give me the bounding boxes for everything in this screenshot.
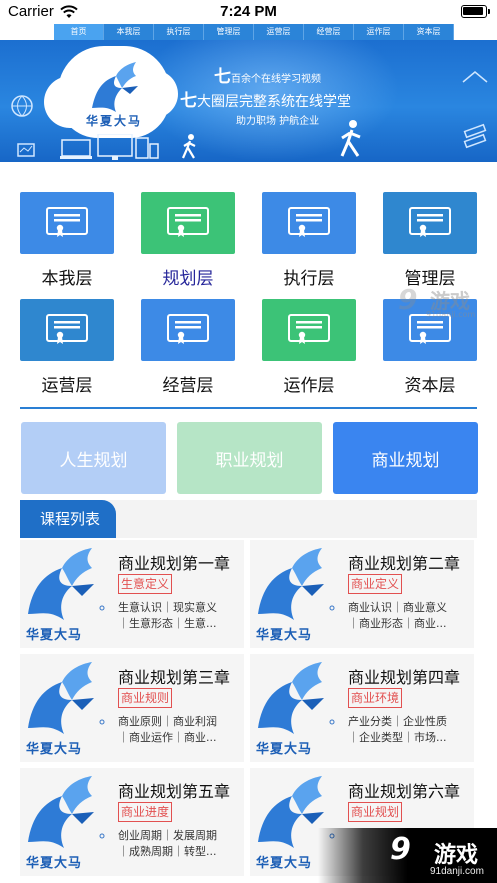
category-label: 本我层 bbox=[41, 269, 93, 289]
course-desc-line-2: ｜商业形态｜商业... bbox=[348, 617, 447, 630]
top-nav-tab[interactable]: 本我层 bbox=[104, 24, 154, 40]
course-badge: 生意定义 bbox=[118, 574, 173, 594]
certificate-icon bbox=[262, 192, 356, 254]
course-desc: 商业认识｜商业意义 ｜商业形态｜商业... bbox=[348, 600, 472, 632]
course-desc-line-2: ｜成熟周期｜转型... bbox=[118, 845, 217, 858]
course-title: 商业规划第五章 bbox=[118, 782, 231, 801]
course-desc-line-1: 商业认识｜商业意义 bbox=[348, 601, 447, 614]
course-thumb-logo-text: 华夏大马 bbox=[26, 742, 83, 757]
category-label: 运营层 bbox=[41, 376, 93, 396]
course-card[interactable]: 华夏大马 商业规划第二章 商业定义商业认识｜商业意义 ｜商业形态｜商业... bbox=[250, 540, 474, 648]
course-thumbnail: 华夏大马 bbox=[22, 658, 114, 758]
top-nav: 首页 本我层 执行层 管理层 运营层 经营层 运作层 资本层 bbox=[0, 24, 497, 40]
category-item[interactable]: 管理层 bbox=[383, 192, 479, 289]
category-label: 经营层 bbox=[162, 376, 214, 396]
course-thumbnail: 华夏大马 bbox=[252, 544, 344, 644]
certificate-icon bbox=[383, 192, 477, 254]
course-thumb-logo-text: 华夏大马 bbox=[256, 628, 313, 643]
runner-figure-icon bbox=[180, 134, 200, 162]
top-nav-tab[interactable]: 经营层 bbox=[304, 24, 354, 40]
category-item[interactable]: 规划层 bbox=[141, 192, 237, 289]
category-item[interactable]: 经营层 bbox=[141, 299, 237, 396]
status-bar: Carrier 7:24 PM bbox=[0, 0, 497, 24]
certificate-icon bbox=[20, 192, 114, 254]
banner-line-1: 七百余个在线学习视频 bbox=[214, 67, 321, 87]
plan-tab[interactable]: 人生规划 bbox=[21, 422, 166, 494]
course-desc: 创业周期｜发展周期 ｜成熟周期｜转型... bbox=[118, 828, 242, 860]
brand-logo-text: 华夏大马 bbox=[86, 114, 143, 128]
course-desc-line-1: 商业原则｜商业利润 bbox=[118, 715, 217, 728]
category-label: 规划层 bbox=[162, 269, 214, 289]
top-nav-tab[interactable]: 管理层 bbox=[204, 24, 254, 40]
watermark-mid: 9 游戏 91danji.com bbox=[398, 283, 476, 319]
certificate-icon bbox=[20, 299, 114, 361]
course-desc-line-2: ｜生意形态｜生意... bbox=[118, 617, 217, 630]
course-thumb-logo-text: 华夏大马 bbox=[256, 742, 313, 757]
course-badge: 商业规划 bbox=[348, 802, 403, 822]
plan-tab[interactable]: 商业规划 bbox=[333, 422, 478, 494]
course-badge: 商业进度 bbox=[118, 802, 173, 822]
course-card[interactable]: 华夏大马 商业规划第五章 商业进度创业周期｜发展周期 ｜成熟周期｜转型... bbox=[20, 768, 244, 876]
certificate-icon bbox=[262, 299, 356, 361]
banner-line-3: 助力职场 护航企业 bbox=[236, 116, 320, 127]
course-thumb-logo-text: 华夏大马 bbox=[26, 856, 83, 871]
watermark-bottom: 9 游戏 91danji.com bbox=[318, 828, 497, 883]
category-label: 执行层 bbox=[283, 269, 335, 289]
category-label: 资本层 bbox=[404, 376, 456, 396]
plan-tab[interactable]: 职业规划 bbox=[177, 422, 322, 494]
globe-icon bbox=[4, 88, 44, 162]
devices-illustration bbox=[60, 133, 160, 162]
certificate-icon bbox=[141, 192, 235, 254]
course-title: 商业规划第一章 bbox=[118, 554, 231, 573]
course-desc: 生意认识｜现实意义 ｜生意形态｜生意... bbox=[118, 600, 242, 632]
category-item[interactable]: 运作层 bbox=[262, 299, 358, 396]
course-card[interactable]: 华夏大马 商业规划第四章 商业环境产业分类｜企业性质 ｜企业类型｜市场... bbox=[250, 654, 474, 762]
course-title: 商业规划第六章 bbox=[348, 782, 461, 801]
battery-icon bbox=[461, 5, 490, 18]
category-item[interactable]: 本我层 bbox=[20, 192, 116, 289]
course-title: 商业规划第四章 bbox=[348, 668, 461, 687]
runner-figure-icon bbox=[336, 120, 366, 162]
category-item[interactable]: 执行层 bbox=[262, 192, 358, 289]
clock: 7:24 PM bbox=[220, 3, 277, 20]
course-desc-line-1: 产业分类｜企业性质 bbox=[348, 715, 447, 728]
course-desc-line-2: ｜商业运作｜商业... bbox=[118, 731, 217, 744]
course-desc-line-2: ｜企业类型｜市场... bbox=[348, 731, 447, 744]
top-nav-tab[interactable]: 首页 bbox=[54, 24, 104, 40]
top-nav-tab[interactable]: 执行层 bbox=[154, 24, 204, 40]
course-title: 商业规划第三章 bbox=[118, 668, 231, 687]
books-icon bbox=[459, 64, 491, 158]
course-list-title: 课程列表 bbox=[20, 500, 116, 538]
category-label: 运作层 bbox=[283, 376, 335, 396]
course-desc-line-1: 创业周期｜发展周期 bbox=[118, 829, 217, 842]
banner-line-2: 七大圈层完整系统在线学堂 bbox=[180, 91, 351, 111]
course-card[interactable]: 华夏大马 商业规划第三章 商业规则商业原则｜商业利润 ｜商业运作｜商业... bbox=[20, 654, 244, 762]
category-item[interactable]: 运营层 bbox=[20, 299, 116, 396]
course-desc: 产业分类｜企业性质 ｜企业类型｜市场... bbox=[348, 714, 472, 746]
course-thumb-logo-text: 华夏大马 bbox=[256, 856, 313, 871]
course-badge: 商业规则 bbox=[118, 688, 173, 708]
course-thumbnail: 华夏大马 bbox=[22, 772, 114, 872]
hero-banner[interactable]: 华夏大马 七百余个在线学习视频 七大圈层完整系统在线学堂 助力职场 护航企业 bbox=[0, 40, 497, 162]
brand-logo-icon bbox=[82, 58, 146, 118]
course-badge: 商业定义 bbox=[348, 574, 403, 594]
course-thumbnail: 华夏大马 bbox=[22, 544, 114, 644]
top-nav-tab[interactable]: 运营层 bbox=[254, 24, 304, 40]
section-divider bbox=[20, 407, 477, 409]
course-thumb-logo-text: 华夏大马 bbox=[26, 628, 83, 643]
course-list-header: 课程列表 bbox=[20, 500, 477, 538]
top-nav-tab[interactable]: 资本层 bbox=[404, 24, 454, 40]
course-title: 商业规划第二章 bbox=[348, 554, 461, 573]
course-thumbnail: 华夏大马 bbox=[252, 658, 344, 758]
certificate-icon bbox=[141, 299, 235, 361]
course-card[interactable]: 华夏大马 商业规划第一章 生意定义生意认识｜现实意义 ｜生意形态｜生意... bbox=[20, 540, 244, 648]
course-desc: 商业原则｜商业利润 ｜商业运作｜商业... bbox=[118, 714, 242, 746]
course-badge: 商业环境 bbox=[348, 688, 403, 708]
top-nav-tab[interactable]: 运作层 bbox=[354, 24, 404, 40]
course-desc-line-1: 生意认识｜现实意义 bbox=[118, 601, 217, 614]
